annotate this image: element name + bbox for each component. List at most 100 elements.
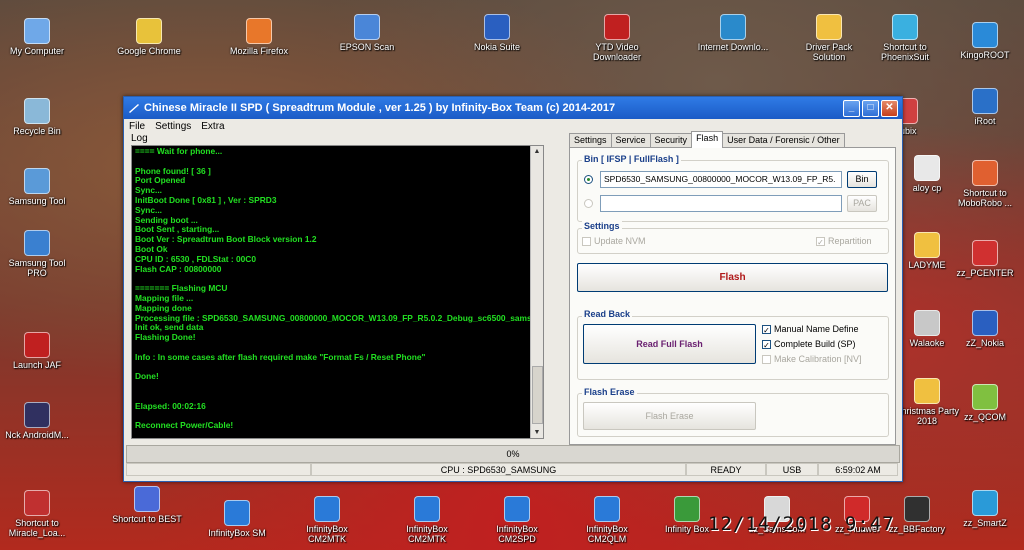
bin-button[interactable]: Bin: [847, 171, 877, 188]
photo-date-stamp: 12/14/2018 9:47: [708, 513, 895, 535]
menu-settings[interactable]: Settings: [155, 121, 191, 132]
tab-strip: Settings Service Security Flash User Dat…: [569, 131, 845, 148]
desktop-icon[interactable]: Shortcut to PhoenixSuit: [868, 14, 942, 62]
log-line: ======= Flashing MCU: [135, 284, 228, 294]
log-line: InitBoot Done [ 0x81 ] , Ver : SPRD3: [135, 195, 277, 205]
desktop-icon-label: InfinityBox CM2SPD: [496, 524, 538, 544]
desktop-icon-label: Recycle Bin: [13, 126, 61, 136]
desktop-icon[interactable]: Shortcut to BEST: [110, 486, 184, 524]
desktop-icon[interactable]: YTD Video Downloader: [580, 14, 654, 62]
desktop-icon[interactable]: Google Chrome: [112, 18, 186, 56]
make-calibration-checkbox[interactable]: Make Calibration [NV]: [762, 354, 862, 364]
desktop-icon-label: YTD Video Downloader: [592, 42, 642, 62]
log-line: Sync...: [135, 186, 162, 196]
read-full-flash-button[interactable]: Read Full Flash: [583, 324, 756, 364]
desktop-icon-label: InfinityBox CM2QLM: [586, 524, 628, 544]
desktop-icon[interactable]: Launch JAF: [0, 332, 74, 370]
pac-button[interactable]: PAC: [847, 195, 877, 212]
scroll-thumb[interactable]: [532, 366, 543, 424]
desktop-icon[interactable]: InfinityBox CM2MTK: [290, 496, 364, 544]
status-cpu: CPU : SPD6530_SAMSUNG: [311, 463, 686, 476]
log-line: Elapsed: 00:02:16: [135, 401, 206, 411]
nokia-icon: [972, 310, 998, 336]
status-state: READY: [686, 463, 766, 476]
maximize-button[interactable]: □: [862, 99, 879, 117]
desktop-icon[interactable]: EPSON Scan: [330, 14, 404, 52]
desktop-icon[interactable]: Recycle Bin: [0, 98, 74, 136]
desktop-icon-label: Google Chrome: [117, 46, 181, 56]
desktop-icon[interactable]: Mozilla Firefox: [222, 18, 296, 56]
desktop-icon[interactable]: zz_QCOM: [948, 384, 1022, 422]
tab-service[interactable]: Service: [610, 133, 651, 148]
log-line: Processing file : SPD6530_SAMSUNG_008000…: [135, 313, 531, 323]
infinity-icon: [594, 496, 620, 522]
desktop-icon[interactable]: Nck AndroidM...: [0, 402, 74, 440]
title-bar[interactable]: Chinese Miracle II SPD ( Spreadtrum Modu…: [124, 97, 902, 119]
menu-file[interactable]: File: [129, 121, 145, 132]
bin-file-field[interactable]: SPD6530_SAMSUNG_00800000_MOCOR_W13.09_FP…: [600, 171, 842, 188]
infinity-icon: [314, 496, 340, 522]
app-window[interactable]: Chinese Miracle II SPD ( Spreadtrum Modu…: [123, 96, 903, 482]
complete-build-checkbox[interactable]: ✓ Complete Build (SP): [762, 339, 856, 350]
desktop-icon[interactable]: InfinityBox SM: [200, 500, 274, 538]
desktop-icon[interactable]: My Computer: [0, 18, 74, 56]
menu-extra[interactable]: Extra: [201, 121, 224, 132]
update-nvm-checkbox[interactable]: Update NVM: [582, 236, 646, 246]
scroll-up-icon[interactable]: ▲: [531, 146, 543, 157]
flash-erase-button[interactable]: Flash Erase: [583, 402, 756, 430]
phone-icon: [904, 496, 930, 522]
download-icon: [604, 14, 630, 40]
bin-group: [577, 160, 889, 222]
flash-button[interactable]: Flash: [577, 263, 888, 292]
best-icon: [134, 486, 160, 512]
desktop-icon[interactable]: zz_SmartZ: [948, 490, 1022, 528]
settings-group-label: Settings: [582, 221, 622, 231]
status-blank: [126, 463, 311, 476]
flash-panel: Bin [ IFSP | FullFlash ] SPD6530_SAMSUNG…: [569, 147, 896, 445]
smartz-icon: [972, 490, 998, 516]
log-scrollbar[interactable]: ▲ ▼: [530, 146, 543, 438]
desktop-icon-label: Samsung Tool PRO: [8, 258, 66, 278]
tab-security[interactable]: Security: [649, 133, 693, 148]
desktop-icon[interactable]: Samsung Tool: [0, 168, 74, 206]
pac-file-field[interactable]: [600, 195, 842, 212]
desktop-icon-label: Shortcut to PhoenixSuit: [880, 42, 930, 62]
desktop-icon[interactable]: InfinityBox CM2QLM: [570, 496, 644, 544]
recycle-bin-icon: [24, 98, 50, 124]
minimize-button[interactable]: _: [843, 99, 860, 117]
bin-group-label: Bin [ IFSP | FullFlash ]: [582, 154, 681, 164]
bin-radio[interactable]: [584, 175, 593, 184]
desktop-icon[interactable]: Nokia Suite: [460, 14, 534, 52]
desktop-icon[interactable]: Internet Downlo...: [696, 14, 770, 52]
desktop-icon[interactable]: Shortcut to MoboRobo ...: [948, 160, 1022, 208]
desktop-icon[interactable]: Shortcut to Miracle_Loa...: [0, 490, 74, 538]
desktop-icon[interactable]: InfinityBox CM2MTK: [390, 496, 464, 544]
tab-settings[interactable]: Settings: [569, 133, 612, 148]
log-line: Init ok, send data: [135, 323, 204, 333]
desktop-icon-label: zZ_Nokia: [965, 338, 1004, 348]
desktop-icon[interactable]: zz_PCENTER: [948, 240, 1022, 278]
folder-icon: [914, 232, 940, 258]
desktop-icon[interactable]: Driver Pack Solution: [792, 14, 866, 62]
nck-icon: [24, 402, 50, 428]
chrome-icon: [136, 18, 162, 44]
repartition-checkbox[interactable]: ✓ Repartition: [816, 236, 872, 247]
close-button[interactable]: ✕: [881, 99, 898, 117]
desktop-icon[interactable]: Samsung Tool PRO: [0, 230, 74, 278]
scroll-down-icon[interactable]: ▼: [531, 427, 543, 438]
desktop-icon[interactable]: InfinityBox CM2SPD: [480, 496, 554, 544]
android-icon: [972, 384, 998, 410]
log-line: Sync...: [135, 205, 162, 215]
desktop-icon[interactable]: KingoROOT: [948, 22, 1022, 60]
desktop-icon-label: Shortcut to Miracle_Loa...: [8, 518, 66, 538]
log-line: ==== Wait for phone...: [135, 147, 223, 156]
desktop-icon[interactable]: zZ_Nokia: [948, 310, 1022, 348]
desktop-icon[interactable]: iRoot: [948, 88, 1022, 126]
tab-user-data[interactable]: User Data / Forensic / Other: [722, 133, 845, 148]
manual-name-define-checkbox[interactable]: ✓ Manual Name Define: [762, 324, 859, 335]
pac-radio[interactable]: [584, 199, 593, 208]
log-line: Done!: [135, 372, 159, 382]
log-console[interactable]: ==== Wait for phone... Phone found! [ 36 …: [131, 145, 544, 439]
tab-flash[interactable]: Flash: [691, 131, 724, 148]
